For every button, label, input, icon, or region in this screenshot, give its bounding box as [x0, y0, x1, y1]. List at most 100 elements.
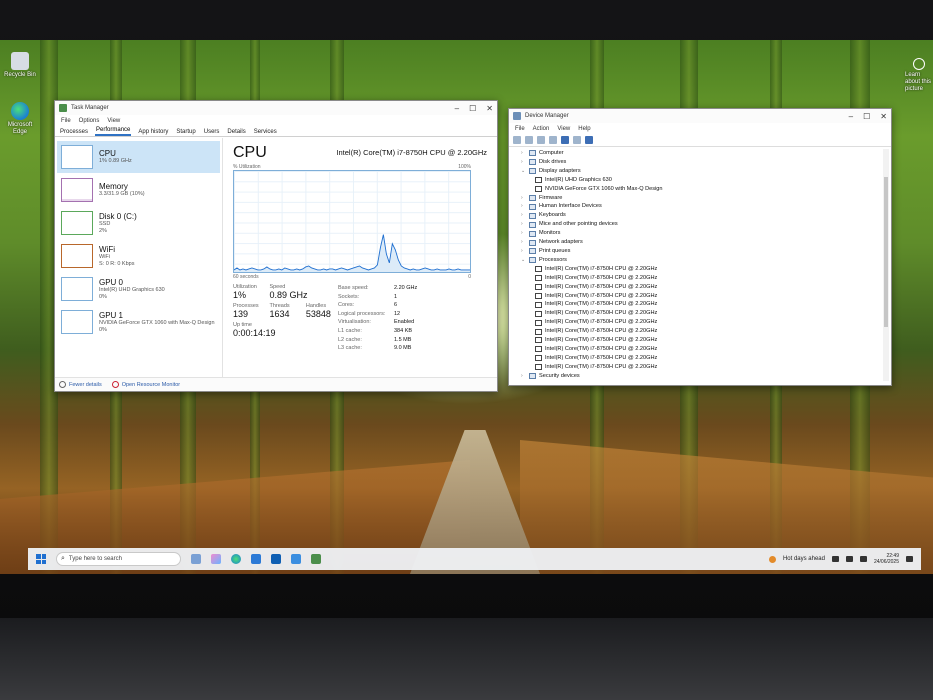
device-category[interactable]: ⌄ Display adapters	[521, 167, 881, 176]
device-category[interactable]: ⌄ Processors	[521, 256, 881, 265]
device-item[interactable]: Intel(R) Core(TM) i7-8750H CPU @ 2.20GHz	[521, 283, 881, 292]
chevron-right-icon[interactable]: ›	[521, 229, 529, 238]
menu-file[interactable]: File	[515, 126, 525, 132]
device-item[interactable]: Intel(R) UHD Graphics 630	[521, 176, 881, 185]
sidebar-item-wifi[interactable]: WiFi WiFi S: 0 R: 0 Kbps	[57, 240, 220, 272]
device-item[interactable]: Intel(R) Core(TM) i7-8750H CPU @ 2.20GHz	[521, 345, 881, 354]
close-icon[interactable]: ✕	[486, 104, 493, 113]
maximize-icon[interactable]: ☐	[469, 104, 476, 113]
device-item[interactable]: Intel(R) Core(TM) i7-8750H CPU @ 2.20GHz	[521, 309, 881, 318]
spec-row: Logical processors: 12	[338, 310, 417, 319]
learn-about-picture[interactable]: Learn about this picture	[905, 58, 933, 93]
minimize-icon[interactable]: –	[455, 104, 459, 113]
network-icon[interactable]	[831, 556, 839, 562]
device-item[interactable]: Intel(R) Core(TM) i7-8750H CPU @ 2.20GHz	[521, 327, 881, 336]
monitor-icon[interactable]	[585, 136, 593, 144]
tab-performance[interactable]: Performance	[95, 127, 132, 136]
sidebar-item-disk[interactable]: Disk 0 (C:) SSD 2%	[57, 207, 220, 239]
tab-startup[interactable]: Startup	[175, 129, 196, 136]
tab-users[interactable]: Users	[203, 129, 221, 136]
recycle-bin-shortcut[interactable]: Recycle Bin	[0, 52, 40, 79]
sidebar-item-cpu[interactable]: CPU 1% 0.89 GHz	[57, 141, 220, 173]
chevron-right-icon[interactable]: ›	[521, 238, 529, 247]
task-manager-titlebar[interactable]: Task Manager – ☐ ✕	[55, 101, 497, 115]
show-hide-icon[interactable]	[549, 136, 557, 144]
sidebar-item-gpu0[interactable]: GPU 0 Intel(R) UHD Graphics 630 0%	[57, 273, 220, 305]
tab-app-history[interactable]: App history	[137, 129, 169, 136]
device-category[interactable]: › Mice and other pointing devices	[521, 220, 881, 229]
device-item[interactable]: Intel(R) Core(TM) i7-8750H CPU @ 2.20GHz	[521, 300, 881, 309]
chevron-right-icon[interactable]: ›	[521, 194, 529, 203]
maximize-icon[interactable]: ☐	[863, 112, 870, 121]
scrollbar-thumb[interactable]	[884, 177, 888, 327]
device-item[interactable]: Intel(R) Core(TM) i7-8750H CPU @ 2.20GHz	[521, 265, 881, 274]
menu-file[interactable]: File	[61, 118, 71, 124]
view-icon[interactable]	[573, 136, 581, 144]
sidebar-item-memory[interactable]: Memory 3.3/31.9 GB (10%)	[57, 174, 220, 206]
fewer-details-link[interactable]: Fewer details	[59, 381, 102, 388]
store-icon[interactable]	[291, 554, 301, 564]
battery-icon[interactable]	[859, 556, 867, 562]
tab-processes[interactable]: Processes	[59, 129, 89, 136]
outlook-icon[interactable]	[271, 554, 281, 564]
chevron-right-icon[interactable]: ›	[521, 247, 529, 256]
volume-icon[interactable]	[845, 556, 853, 562]
device-item[interactable]: Intel(R) Core(TM) i7-8750H CPU @ 2.20GHz	[521, 363, 881, 372]
chevron-right-icon[interactable]: ›	[521, 220, 529, 229]
chevron-right-icon[interactable]: ›	[521, 202, 529, 211]
device-manager-titlebar[interactable]: Device Manager – ☐ ✕	[509, 109, 891, 123]
device-item[interactable]: Intel(R) Core(TM) i7-8750H CPU @ 2.20GHz	[521, 318, 881, 327]
sidebar-item-gpu1[interactable]: GPU 1 NVIDIA GeForce GTX 1060 with Max-Q…	[57, 306, 220, 338]
menu-options[interactable]: Options	[79, 118, 100, 124]
device-item[interactable]: Intel(R) Core(TM) i7-8750H CPU @ 2.20GHz	[521, 354, 881, 363]
taskbar-search[interactable]: ⌕ Type here to search	[56, 552, 181, 566]
device-item[interactable]: Intel(R) Core(TM) i7-8750H CPU @ 2.20GHz	[521, 274, 881, 283]
device-category[interactable]: › Network adapters	[521, 238, 881, 247]
forward-icon[interactable]	[525, 136, 533, 144]
device-category[interactable]: › Print queues	[521, 247, 881, 256]
task-manager-taskbar-icon[interactable]	[311, 554, 321, 564]
device-label: Human Interface Devices	[539, 203, 602, 210]
menu-view[interactable]: View	[557, 126, 570, 132]
device-item[interactable]: NVIDIA GeForce GTX 1060 with Max-Q Desig…	[521, 185, 881, 194]
start-button[interactable]	[36, 554, 46, 564]
vertical-scrollbar[interactable]	[883, 149, 889, 381]
device-category[interactable]: › Human Interface Devices	[521, 202, 881, 211]
device-category[interactable]: › Disk drives	[521, 158, 881, 167]
clock[interactable]: 22:49 24/06/2025	[874, 553, 899, 565]
close-icon[interactable]: ✕	[880, 112, 887, 121]
weather-text[interactable]: Hot days ahead	[783, 556, 825, 562]
menu-view[interactable]: View	[107, 118, 120, 124]
device-item[interactable]: Intel(R) Core(TM) i7-8750H CPU @ 2.20GHz	[521, 336, 881, 345]
mail-icon[interactable]	[251, 554, 261, 564]
device-item[interactable]: Intel(R) Core(TM) i7-8750H CPU @ 2.20GHz	[521, 292, 881, 301]
taskbar: ⌕ Type here to search Hot days ahead 22:…	[28, 548, 921, 570]
chevron-right-icon[interactable]: ›	[521, 149, 529, 158]
device-category[interactable]: › Firmware	[521, 194, 881, 203]
chevron-right-icon[interactable]: ›	[521, 211, 529, 220]
edge-shortcut[interactable]: Microsoft Edge	[0, 102, 40, 136]
back-icon[interactable]	[513, 136, 521, 144]
menu-help[interactable]: Help	[578, 126, 590, 132]
chevron-down-icon[interactable]: ⌄	[521, 256, 529, 265]
edge-taskbar-icon[interactable]	[231, 554, 241, 564]
tab-services[interactable]: Services	[253, 129, 278, 136]
device-category[interactable]: › Computer	[521, 149, 881, 158]
open-resource-monitor-link[interactable]: Open Resource Monitor	[111, 381, 180, 388]
widgets-icon[interactable]	[191, 554, 201, 564]
tab-details[interactable]: Details	[226, 129, 246, 136]
chevron-right-icon[interactable]: ›	[521, 372, 529, 381]
notifications-icon[interactable]	[906, 556, 913, 562]
copilot-icon[interactable]	[211, 554, 221, 564]
weather-icon[interactable]	[768, 555, 776, 563]
device-category[interactable]: › Security devices	[521, 372, 881, 381]
chevron-right-icon[interactable]: ›	[521, 158, 529, 167]
minimize-icon[interactable]: –	[849, 112, 853, 121]
device-category[interactable]: › Monitors	[521, 229, 881, 238]
help-icon[interactable]	[561, 136, 569, 144]
device-category[interactable]: › Keyboards	[521, 211, 881, 220]
properties-icon[interactable]	[537, 136, 545, 144]
device-label: Disk drives	[539, 158, 567, 165]
chevron-down-icon[interactable]: ⌄	[521, 167, 529, 176]
menu-action[interactable]: Action	[533, 126, 550, 132]
